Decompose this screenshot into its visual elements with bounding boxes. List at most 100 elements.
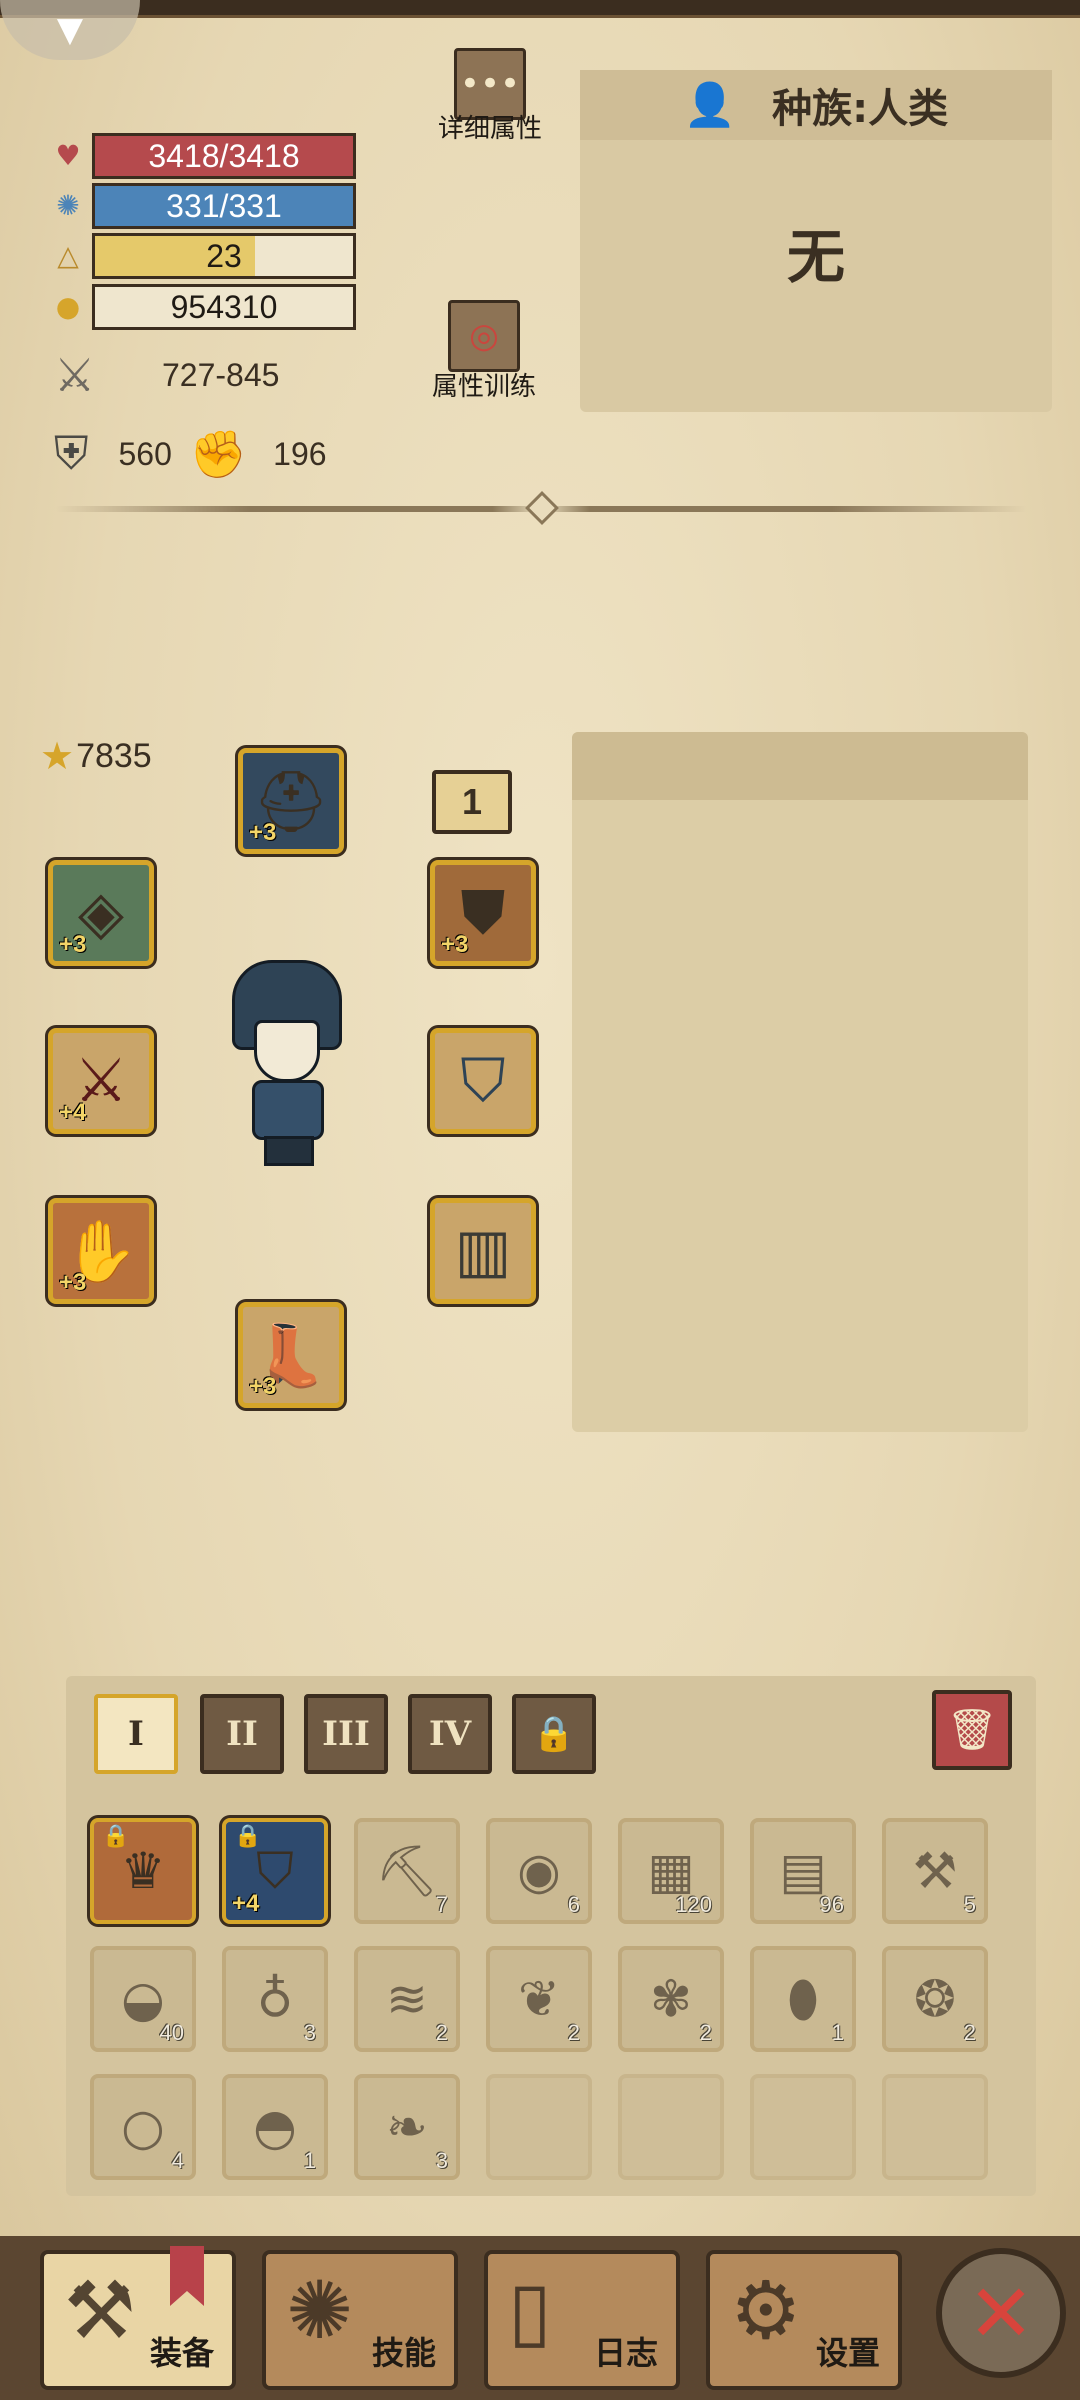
inventory-item[interactable]: ♁ 3 — [222, 1946, 328, 2052]
trash-button[interactable]: 🗑 — [932, 1690, 1012, 1770]
mushroom-icon: ◓ — [253, 2098, 297, 2156]
gold-bar: 954310 — [92, 284, 356, 330]
boots-slot[interactable]: 👢 +3 — [238, 1302, 344, 1408]
power-icon: ✊ — [189, 427, 248, 480]
weapon-slot[interactable]: ⚔ +4 — [48, 1028, 154, 1134]
helmet-slot[interactable]: ⛑ +3 — [238, 748, 344, 854]
character-avatar — [222, 960, 352, 1170]
item-count: 5 — [963, 1892, 976, 1917]
inventory-item[interactable]: ❧ 3 — [354, 2074, 460, 2180]
nav-settings[interactable]: ⚙ 设置 — [706, 2250, 902, 2390]
hp-row: ♥ 3418/3418 — [50, 133, 356, 179]
item-count: 40 — [159, 2020, 184, 2045]
ring-slot[interactable]: ◈ +3 — [48, 860, 154, 966]
inventory-item[interactable]: ◒ 40 — [90, 1946, 196, 2052]
nav-skills[interactable]: ✺ 技能 — [262, 2250, 458, 2390]
item-count: 96 — [819, 1892, 844, 1917]
inventory-empty-slot[interactable] — [750, 2074, 856, 2180]
mana-icon: ✺ — [56, 189, 80, 222]
inventory-item[interactable]: ▤ 96 — [750, 1818, 856, 1924]
mp-row: ✺ 331/331 — [50, 183, 356, 229]
training-button[interactable]: ◎ — [448, 300, 520, 372]
gold-row: ● 954310 — [50, 284, 356, 330]
mp-bar: 331/331 — [92, 183, 356, 229]
inventory-item[interactable]: ✾ 2 — [618, 1946, 724, 2052]
race-header: 👤 种族:人类 — [580, 70, 1052, 140]
tab-locked[interactable]: 🔒 — [512, 1694, 596, 1774]
boots-plus: +3 — [249, 1373, 277, 1400]
egg-icon: ⬮ — [787, 1969, 819, 2028]
defense-value: 560 — [118, 435, 172, 472]
inventory-empty-slot[interactable] — [618, 2074, 724, 2180]
score-value: 7835 — [76, 737, 152, 775]
inventory-item[interactable]: ⬮ 1 — [750, 1946, 856, 2052]
inventory-empty-slot[interactable] — [882, 2074, 988, 2180]
power-value: 196 — [273, 435, 327, 472]
inventory-item[interactable]: ❂ 2 — [882, 1946, 988, 2052]
inventory-item[interactable]: 🔒 ⛉ +4 — [222, 1818, 328, 1924]
ring-plus: +3 — [59, 931, 87, 958]
book-icon: ▯ — [508, 2264, 553, 2357]
level-value: 23 — [206, 238, 242, 274]
cape-icon: ⛉ — [460, 1046, 506, 1116]
item-info-header — [572, 732, 1028, 800]
nav-log-label: 日志 — [593, 2334, 658, 2372]
tab-4[interactable]: IV — [408, 1694, 492, 1774]
nav-log[interactable]: ▯ 日志 — [484, 2250, 680, 2390]
equipment-score: ★ 7835 — [40, 734, 152, 779]
inventory-item[interactable]: ▦ 120 — [618, 1818, 724, 1924]
heart-icon: ♥ — [55, 139, 81, 172]
item-count: 2 — [435, 2020, 448, 2045]
attack-value: 727-845 — [162, 356, 280, 393]
nav-equip-label: 装备 — [149, 2334, 214, 2372]
item-count: 2 — [699, 2020, 712, 2045]
details-label: 详细属性 — [437, 114, 542, 144]
shield-icon: ⛨ — [54, 427, 89, 479]
inventory-empty-slot[interactable] — [486, 2074, 592, 2180]
gear-icon: ⚙ — [730, 2264, 802, 2357]
inventory-item[interactable]: ◉ 6 — [486, 1818, 592, 1924]
inventory-item[interactable]: ≋ 2 — [354, 1946, 460, 2052]
hp-value: 3418/3418 — [148, 138, 300, 174]
nav-equip[interactable]: ⚒ 装备 — [40, 2250, 236, 2390]
inventory-item[interactable]: ❦ 2 — [486, 1946, 592, 2052]
crossed-swords-icon: ⚔ — [54, 349, 96, 401]
set-badge[interactable]: 1 — [432, 770, 512, 834]
pickaxe-icon: ⛏ — [375, 1841, 439, 1900]
trash-icon: 🗑 — [946, 1707, 998, 1753]
bowl-icon: ◒ — [121, 1970, 165, 2028]
inventory-item[interactable]: ○ 4 — [90, 2074, 196, 2180]
pants-slot[interactable]: ▥ — [430, 1198, 536, 1304]
item-count: 4 — [171, 2148, 184, 2173]
close-button[interactable]: ✕ — [936, 2248, 1066, 2378]
race-title: 种族:人类 — [772, 86, 949, 132]
armor-icon: ⛉ — [256, 1841, 294, 1900]
gloves-plus: +3 — [59, 1269, 87, 1296]
lock-icon: 🔒 — [234, 1824, 262, 1849]
amulet-plus: +3 — [441, 931, 469, 958]
weapon-plus: +4 — [59, 1099, 87, 1126]
item-count: 2 — [567, 2020, 580, 2045]
gloves-slot[interactable]: ✋ +3 — [48, 1198, 154, 1304]
item-count: 2 — [963, 2020, 976, 2045]
training-label: 属性训练 — [431, 372, 536, 402]
inventory-item[interactable]: ⚒ 5 — [882, 1818, 988, 1924]
hp-bar: 3418/3418 — [92, 133, 356, 179]
inventory-item[interactable]: ◓ 1 — [222, 2074, 328, 2180]
inventory-item[interactable]: ⛏ 7 — [354, 1818, 460, 1924]
tab-2[interactable]: II — [200, 1694, 284, 1774]
pants-icon: ▥ — [454, 1216, 512, 1286]
item-count: 1 — [831, 2020, 844, 2045]
coral-icon: ✾ — [650, 1970, 692, 2028]
tab-1[interactable]: I — [94, 1694, 178, 1774]
cape-slot[interactable]: ⛉ — [430, 1028, 536, 1134]
crown-icon: ♛ — [120, 1842, 166, 1900]
tab-3[interactable]: III — [304, 1694, 388, 1774]
level-bar: 23 — [92, 233, 356, 279]
level-row: △ 23 — [50, 233, 356, 279]
inventory-item[interactable]: 🔒 ♛ — [90, 1818, 196, 1924]
amulet-slot[interactable]: ⛊ +3 — [430, 860, 536, 966]
fiber-icon: ≋ — [386, 1970, 428, 2028]
attack-stat: ⚔ 727-845 — [54, 348, 279, 402]
skill-icon: ✺ — [286, 2264, 354, 2357]
